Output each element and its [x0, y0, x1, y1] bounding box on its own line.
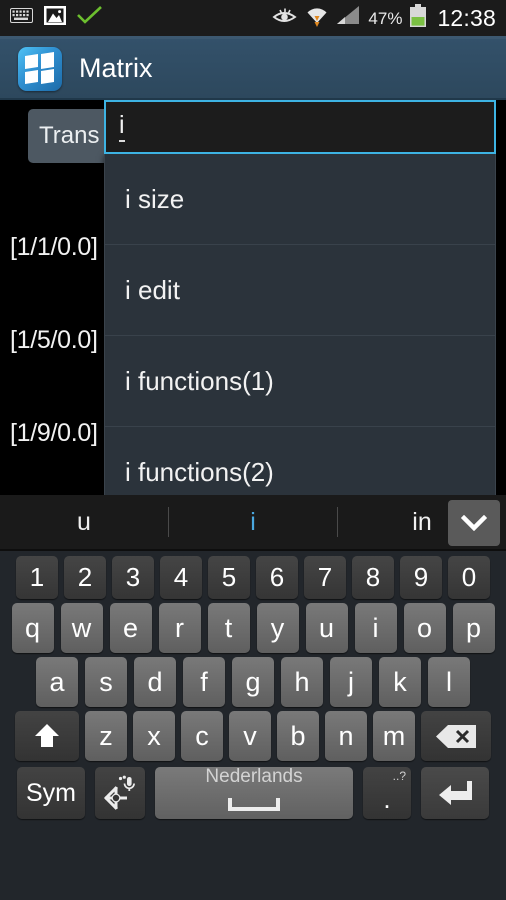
- keyboard-row-numbers: 1 2 3 4 5 6 7 8 9 0: [3, 556, 503, 599]
- suggestion-i[interactable]: i: [169, 509, 337, 535]
- key-v[interactable]: v: [229, 711, 271, 761]
- autocomplete-item-functions-1[interactable]: i functions(1): [105, 336, 495, 427]
- symbols-key[interactable]: Sym: [17, 767, 85, 819]
- key-4[interactable]: 4: [160, 556, 202, 599]
- key-k[interactable]: k: [379, 657, 421, 707]
- key-5[interactable]: 5: [208, 556, 250, 599]
- key-z[interactable]: z: [85, 711, 127, 761]
- keyboard-row-function: Sym Nederlands ..? .: [3, 767, 503, 819]
- period-key-label: .: [383, 784, 391, 814]
- space-key-language-label: Nederlands: [205, 766, 303, 787]
- key-2[interactable]: 2: [64, 556, 106, 599]
- command-input[interactable]: i: [104, 100, 496, 154]
- key-e[interactable]: e: [109, 603, 152, 653]
- shift-arrow-icon[interactable]: [15, 711, 79, 761]
- battery-percent-label: 47%: [368, 8, 403, 28]
- autocomplete-item-functions-2[interactable]: i functions(2): [105, 427, 495, 495]
- key-8[interactable]: 8: [352, 556, 394, 599]
- action-bar: Matrix: [0, 39, 506, 100]
- chevron-down-icon[interactable]: [448, 500, 500, 546]
- key-1[interactable]: 1: [16, 556, 58, 599]
- gear-mic-icon[interactable]: [95, 767, 145, 819]
- space-key[interactable]: Nederlands: [155, 767, 353, 819]
- battery-icon: [409, 3, 427, 33]
- keyboard-row-top: q w e r t y u i o p: [3, 603, 503, 653]
- status-bar-right-icons: 47% 12:38: [272, 3, 498, 33]
- key-f[interactable]: f: [183, 657, 225, 707]
- key-j[interactable]: j: [330, 657, 372, 707]
- suggestion-u[interactable]: u: [0, 509, 168, 535]
- keyboard-icon: [10, 8, 33, 28]
- key-b[interactable]: b: [277, 711, 319, 761]
- key-s[interactable]: s: [85, 657, 127, 707]
- enter-return-icon[interactable]: [421, 767, 489, 819]
- key-y[interactable]: y: [256, 603, 299, 653]
- trans-button[interactable]: Trans: [28, 109, 111, 163]
- key-0[interactable]: 0: [448, 556, 490, 599]
- app-icon-pane: [41, 51, 54, 69]
- status-bar-left-icons: [10, 6, 102, 30]
- period-key[interactable]: ..? .: [363, 767, 411, 819]
- image-icon: [44, 6, 66, 30]
- space-bar-icon: [228, 788, 280, 819]
- key-o[interactable]: o: [403, 603, 446, 653]
- checkmark-icon: [77, 6, 102, 30]
- key-h[interactable]: h: [281, 657, 323, 707]
- keyboard-rows: 1 2 3 4 5 6 7 8 9 0 q w e r t y u i o p …: [0, 551, 506, 829]
- key-m[interactable]: m: [373, 711, 415, 761]
- app-icon-pane: [41, 68, 54, 84]
- app-icon-pane: [25, 53, 38, 69]
- autocomplete-item-size[interactable]: i size: [105, 154, 495, 245]
- clock-label: 12:38: [437, 4, 496, 31]
- command-input-value: i: [119, 112, 125, 142]
- app-icon-pane: [25, 69, 38, 84]
- matrix-app-icon: [18, 46, 62, 91]
- keyboard-row-home: a s d f g h j k l: [3, 657, 503, 707]
- page-title: Matrix: [79, 53, 153, 83]
- key-l[interactable]: l: [428, 657, 470, 707]
- key-3[interactable]: 3: [112, 556, 154, 599]
- key-u[interactable]: u: [305, 603, 348, 653]
- backspace-icon[interactable]: [421, 711, 491, 761]
- key-n[interactable]: n: [325, 711, 367, 761]
- soft-keyboard: u i in 1 2 3 4 5 6 7 8 9 0 q w e r t y u…: [0, 495, 506, 900]
- suggestion-bar: u i in: [0, 495, 506, 551]
- autocomplete-item-edit[interactable]: i edit: [105, 245, 495, 336]
- key-r[interactable]: r: [158, 603, 201, 653]
- keyboard-row-bottom: z x c v b n m: [3, 711, 503, 761]
- key-7[interactable]: 7: [304, 556, 346, 599]
- key-t[interactable]: t: [207, 603, 250, 653]
- key-q[interactable]: q: [11, 603, 54, 653]
- key-9[interactable]: 9: [400, 556, 442, 599]
- autocomplete-dropdown: i size i edit i functions(1) i functions…: [104, 154, 496, 495]
- period-key-hint: ..?: [392, 769, 406, 783]
- key-w[interactable]: w: [60, 603, 103, 653]
- key-a[interactable]: a: [36, 657, 78, 707]
- autocomplete-container: i i size i edit i functions(1) i functio…: [104, 100, 496, 495]
- eye-icon: [272, 7, 298, 30]
- key-d[interactable]: d: [134, 657, 176, 707]
- key-6[interactable]: 6: [256, 556, 298, 599]
- signal-icon: [337, 6, 361, 30]
- key-p[interactable]: p: [452, 603, 495, 653]
- status-bar: 47% 12:38: [0, 0, 506, 36]
- key-g[interactable]: g: [232, 657, 274, 707]
- key-i[interactable]: i: [354, 603, 397, 653]
- matrix-content-area: Trans [1/1/0.0] [1/5/0.0] [1/9/0.0] [1/1…: [0, 100, 506, 495]
- android-screen: 47% 12:38 Matrix Trans [1/1/0.0] [1/5/0.…: [0, 0, 506, 900]
- key-x[interactable]: x: [133, 711, 175, 761]
- key-c[interactable]: c: [181, 711, 223, 761]
- wifi-icon: [304, 5, 330, 32]
